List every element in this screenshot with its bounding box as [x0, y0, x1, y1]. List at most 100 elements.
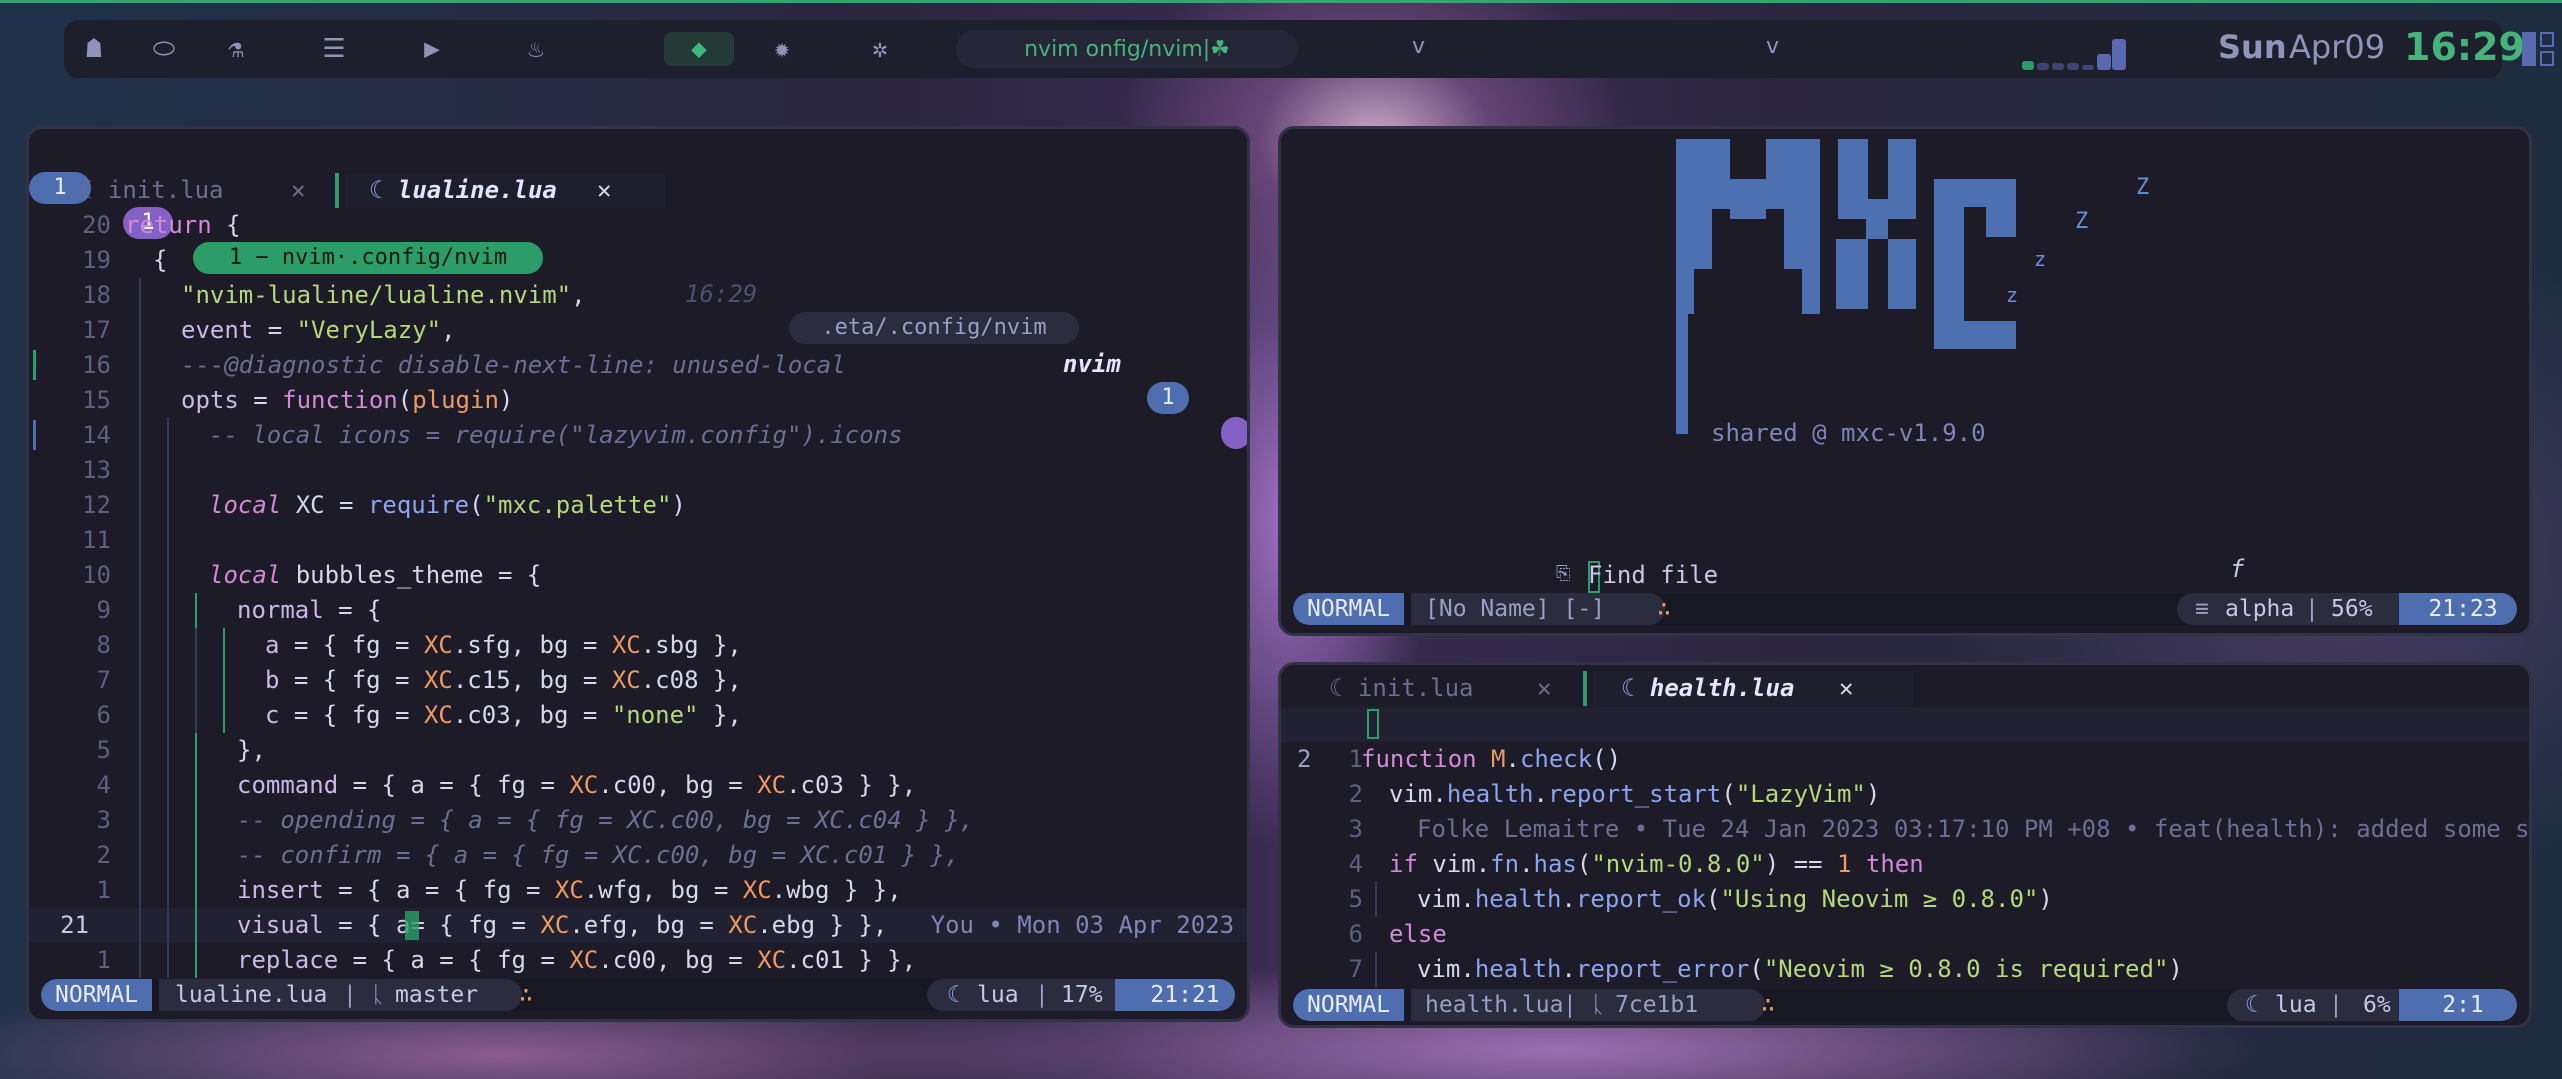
flame-icon: ∴: [1657, 596, 1671, 622]
code-token: "Neovim ≥ 0.8.0 is required": [1763, 955, 2169, 983]
volume-meter-icon[interactable]: [2022, 34, 2126, 70]
find-file-label: Find file: [1588, 561, 1719, 589]
code-text: replace = { a = { fg = XC.c00, bg = XC.c…: [237, 943, 916, 978]
code-token: "none": [611, 701, 699, 729]
code-token: XC: [757, 771, 787, 799]
close-icon[interactable]: ✕: [597, 173, 611, 208]
buffer-tab-lualine[interactable]: ☾ lualine.lua: [369, 173, 557, 208]
bufferline: ☾ init.lua ✕ ☾ health.lua ✕: [1281, 671, 2529, 706]
buffer-tab-init[interactable]: ☾ init.lua: [1329, 671, 1474, 706]
code-token: .sbg },: [640, 631, 742, 659]
editor-window-health[interactable]: ☾ init.lua ✕ ☾ health.lua ✕ 2 Folke Lema…: [1278, 662, 2532, 1028]
pill-icon[interactable]: ⬭: [144, 32, 184, 66]
code-token: .: [1460, 955, 1475, 983]
line-number: 11: [82, 526, 111, 554]
indent-guide: [167, 418, 169, 453]
line-number: 12: [82, 491, 111, 519]
code-line: 1 function M.check(): [1281, 742, 2529, 777]
code-text: if vim.fn.has("nvim-0.8.0") == 1 then: [1389, 847, 1924, 882]
line-number: 1: [96, 876, 111, 904]
code-token: "mxc.palette": [483, 491, 672, 519]
code-token: ) ==: [1764, 850, 1837, 878]
code-token: normal: [237, 596, 324, 624]
steam-icon[interactable]: ♨: [516, 32, 556, 66]
flask-icon[interactable]: ⚗: [216, 32, 256, 66]
code-text: normal = {: [237, 593, 382, 628]
code-token: vim: [1389, 780, 1433, 808]
code-token: else: [1389, 920, 1447, 948]
buffer-tab-health[interactable]: ☾ health.lua: [1621, 671, 1794, 706]
buffer-tab-init[interactable]: ☾ init.lua: [79, 173, 224, 208]
code-token: health: [1474, 955, 1562, 983]
statusline: NORMAL [No Name] [-] ∴ ≡ alpha | 56% 21:…: [1293, 593, 2517, 625]
code-token: },: [237, 736, 266, 764]
code-line: 13: [29, 453, 1247, 488]
indent-guide: [195, 838, 197, 873]
code-line: 12 local XC = require("mxc.palette"): [29, 488, 1247, 523]
line-number: 20: [82, 211, 111, 239]
buffer-label: lualine.lua: [397, 176, 557, 204]
indent-guide: [139, 523, 141, 558]
line-number: 7: [96, 666, 111, 694]
code-area[interactable]: 1 function M.check() 2 vim.health.report_st…: [1281, 742, 2529, 987]
close-icon[interactable]: ✕: [291, 173, 305, 208]
code-line: 7b = { fg = XC.c15, bg = XC.c08 },: [29, 663, 1247, 698]
code-token: = { fg =: [279, 666, 424, 694]
code-token: (: [1576, 850, 1592, 878]
indent-guide: [167, 733, 169, 768]
code-token: "nvim-lualine/lualine.nvim": [181, 281, 572, 309]
bug-icon[interactable]: ✹: [762, 32, 802, 66]
code-token: .ebg } },: [757, 911, 888, 939]
dashboard-window[interactable]: Z Z z z shared @ mxc-v1.9.0 ⎘ Find file …: [1278, 126, 2532, 636]
code-token: ): [498, 386, 514, 414]
code-text: -- opending = { a = { fg = XC.c00, bg = …: [237, 803, 974, 838]
code-area[interactable]: 20 return {19{18 "nvim-lualine/lualine.nvi…: [29, 208, 1247, 978]
indent-guide: [167, 803, 169, 838]
play-icon[interactable]: ▶: [412, 32, 452, 66]
dropdown-2[interactable]: v: [1766, 34, 1779, 59]
sliders-icon[interactable]: ☰: [314, 32, 354, 66]
indent-guide: [139, 908, 141, 943]
window-title[interactable]: nvim onfig/nvim|☘: [956, 30, 1298, 68]
indent-guide: [139, 838, 141, 873]
layout-icon[interactable]: [2522, 32, 2554, 66]
code-token: function: [1361, 745, 1477, 773]
volume-bar: [2097, 54, 2111, 70]
dropdown-1[interactable]: v: [1412, 34, 1425, 59]
cursor: [405, 911, 419, 940]
gear-icon[interactable]: ✲: [860, 32, 900, 66]
code-token: fn: [1490, 850, 1520, 878]
close-icon[interactable]: ✕: [1839, 671, 1853, 706]
flame-icon: ∴: [519, 982, 533, 1008]
editor-window-lualine[interactable]: 1 1 1 − nvim·.config/nvim 16:29 .eta/.co…: [26, 126, 1250, 1022]
code-token: report_ok: [1575, 885, 1707, 913]
zzz-4: z: [2006, 283, 2019, 307]
code-token: opts: [181, 386, 239, 414]
line-number: 8: [96, 631, 111, 659]
indent-guide: [139, 873, 141, 908]
code-token: disable-next-line: [397, 351, 644, 379]
code-token: = { fg =: [279, 631, 424, 659]
lua-icon: ☾: [2245, 992, 2259, 1018]
ghost-icon[interactable]: ☗: [74, 32, 114, 66]
indent-guide: [139, 278, 141, 313]
line-number: 9: [96, 596, 111, 624]
close-icon[interactable]: ✕: [1537, 671, 1551, 706]
code-token: ): [1865, 780, 1881, 808]
bufferline: ☾ init.lua ✕ ☾ lualine.lua ✕: [29, 173, 1247, 208]
scroll-percent: 17%: [1061, 982, 1103, 1008]
code-token: .c08 },: [640, 666, 742, 694]
find-file-button[interactable]: ⎘ Find file f: [1556, 555, 2256, 594]
code-token: ---@diagnostic: [181, 351, 398, 379]
cursor-position: 21:23: [2399, 593, 2517, 625]
indent-guide: [195, 663, 197, 698]
git-blame-line: 2 Folke Lemaitre • Tue 24 Jan 2023 03:17…: [1281, 707, 2529, 843]
indent-guide: [139, 943, 141, 978]
indent-guide: [195, 593, 197, 628]
git-icon[interactable]: ◆: [664, 32, 734, 66]
indent-guide: [195, 943, 197, 978]
volume-bar: [2112, 39, 2126, 70]
code-token: M: [1491, 745, 1506, 773]
code-line: 6 c = { fg = XC.c03, bg = "none" },: [29, 698, 1247, 733]
line-number: 7: [1348, 955, 1363, 983]
